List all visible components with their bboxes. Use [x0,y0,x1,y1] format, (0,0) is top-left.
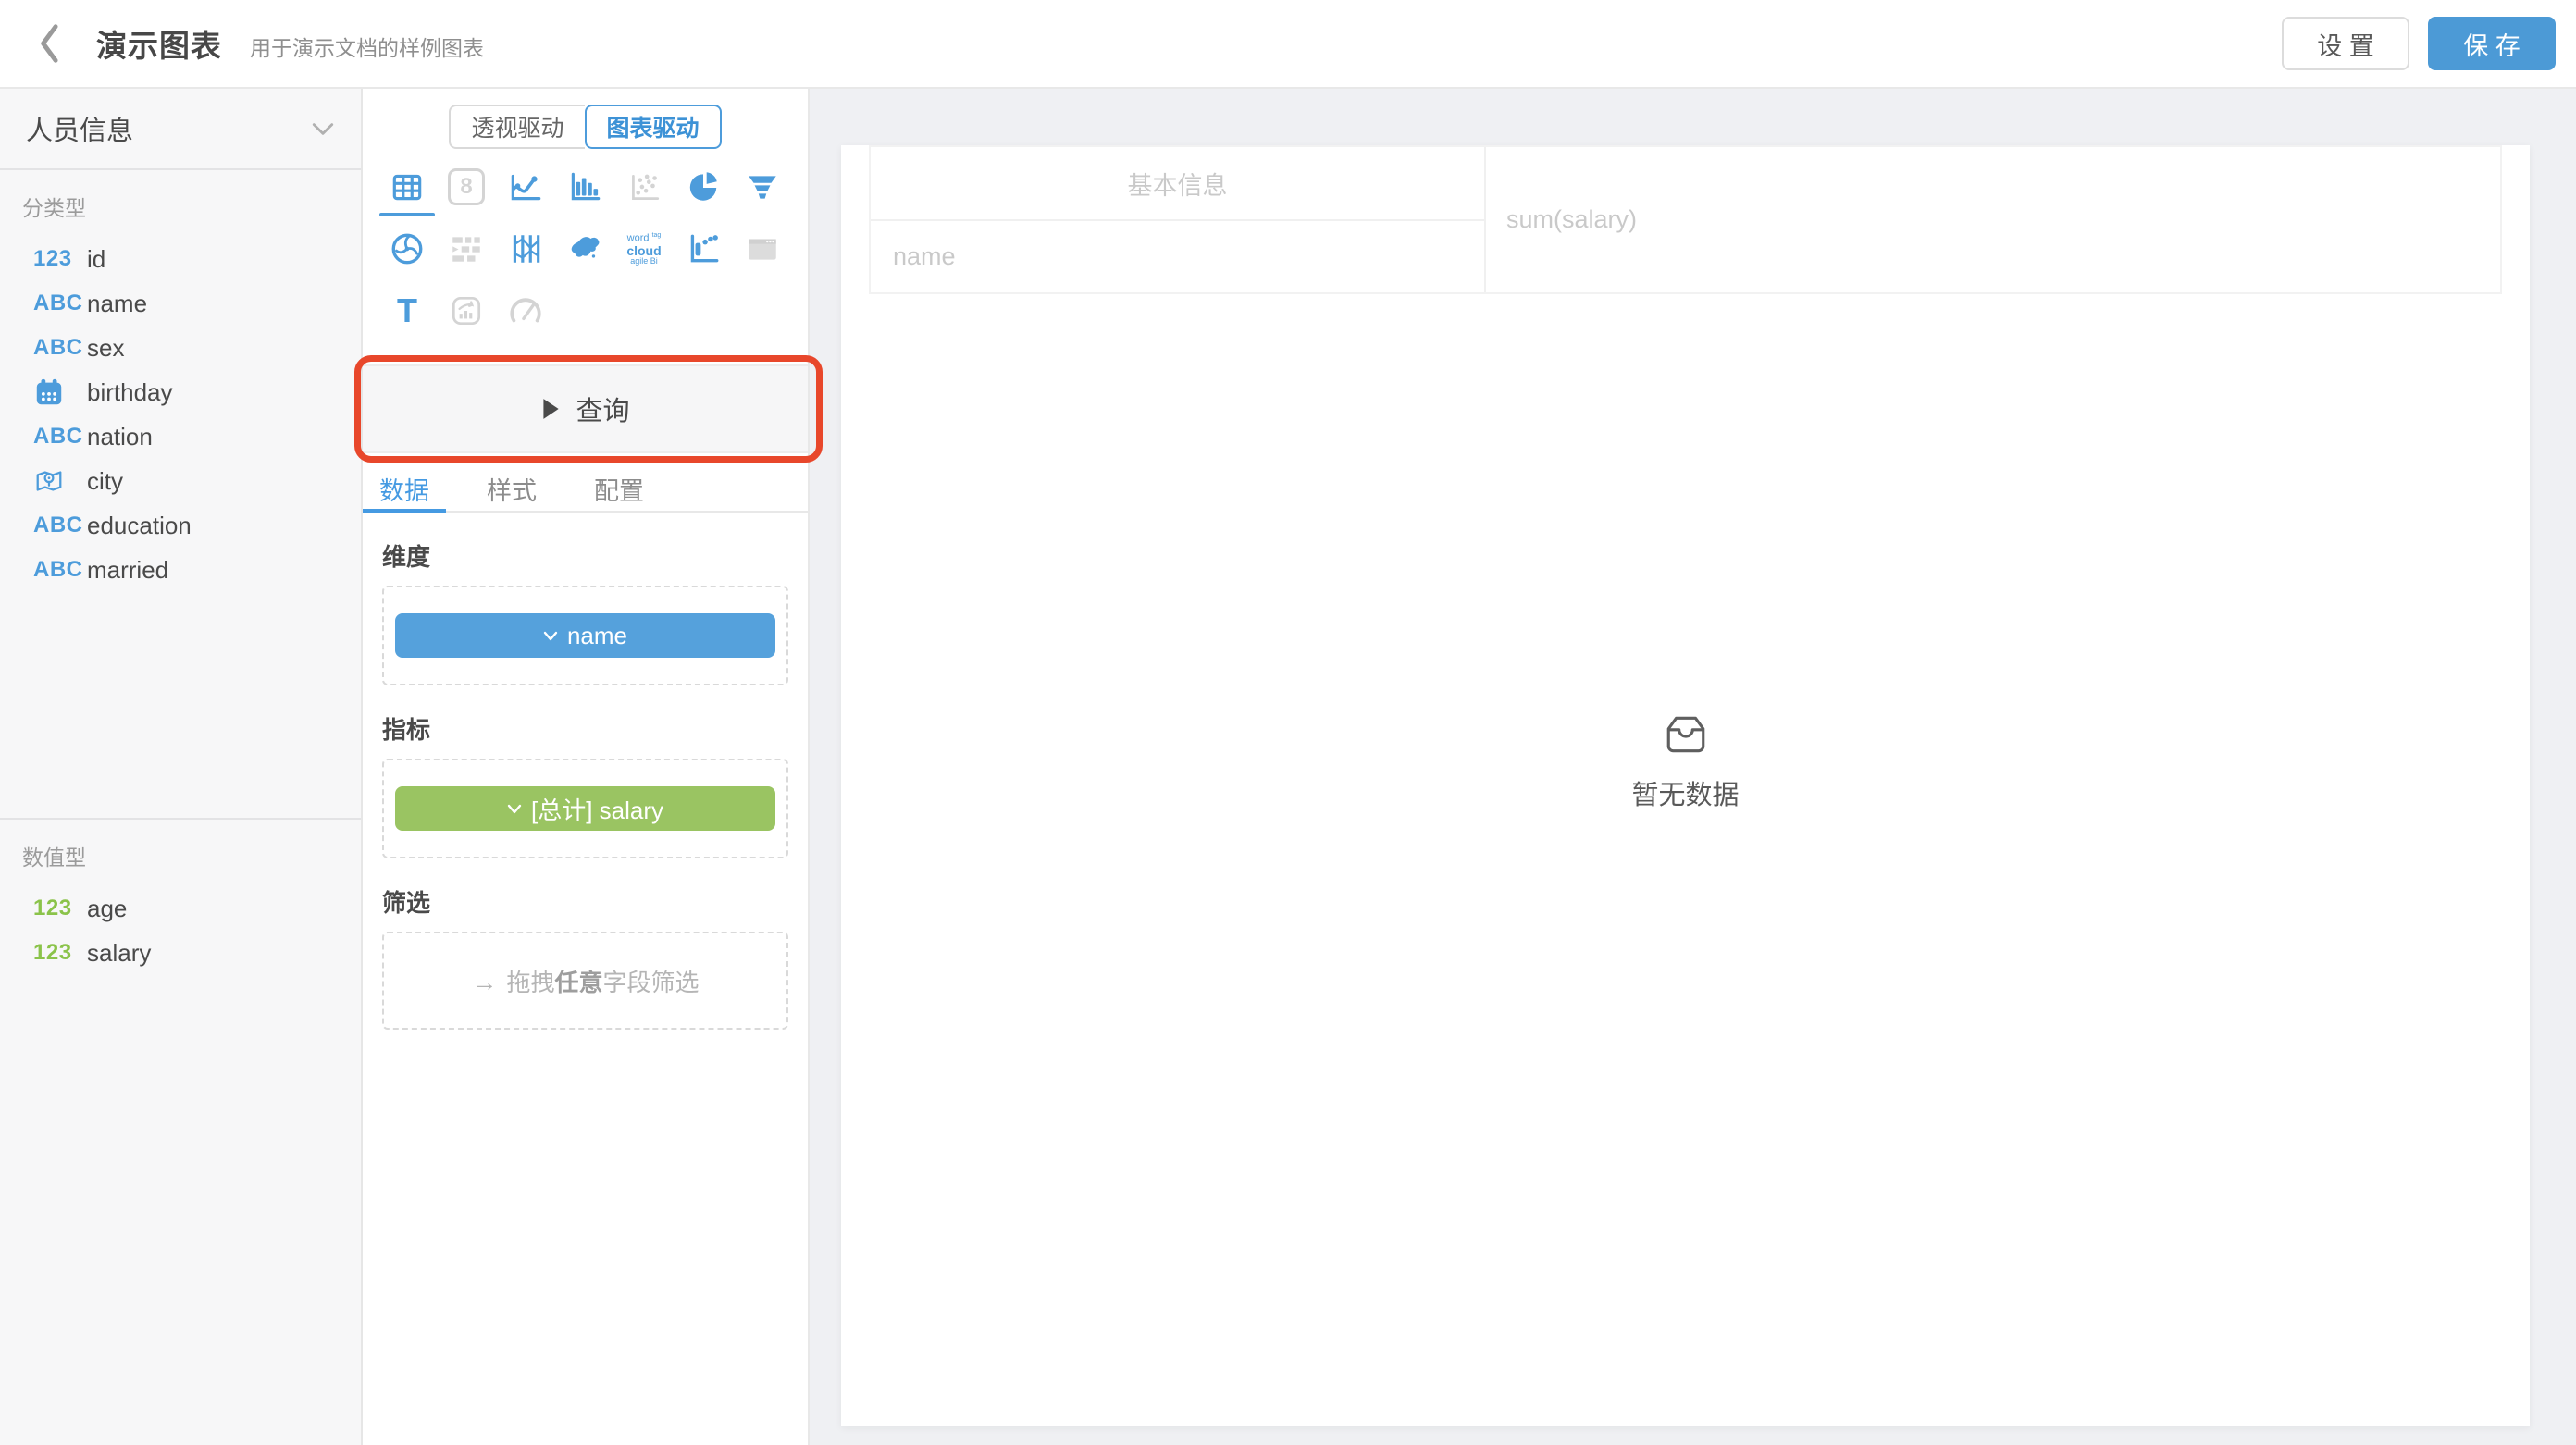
tab-data[interactable]: 数据 [363,466,446,511]
chart-builder-panel: 透视驱动 图表驱动 8 [363,89,810,1445]
page-subtitle: 用于演示文档的样例图表 [250,31,484,62]
iframe-icon[interactable] [733,226,792,272]
field-name[interactable]: ABC name [0,281,361,326]
table-dimension-cell: name [871,221,1486,292]
save-button[interactable]: 保 存 [2428,17,2556,70]
pie-chart-icon[interactable] [674,164,733,210]
dataset-name: 人员信息 [26,109,133,148]
progress-chart-icon[interactable] [674,226,733,272]
chart-type-grid: 8 [363,164,808,350]
field-sex[interactable]: ABC sex [0,326,361,370]
field-education[interactable]: ABC education [0,503,361,548]
text-icon: ABC [33,513,87,538]
china-map-icon[interactable] [555,226,614,272]
parallel-chart-icon[interactable] [496,226,555,272]
topbar: 演示图表 用于演示文档的样例图表 设 置 保 存 [0,0,2576,89]
dimension-pill[interactable]: name [395,613,775,658]
text-icon: ABC [33,424,87,450]
map-pin-icon [33,465,87,497]
chart-preview-card: 基本信息 sum(salary) name 暂无数据 [841,145,2530,1426]
table-chart-icon[interactable] [378,164,437,210]
tab-config[interactable]: 配置 [577,466,661,511]
settings-button[interactable]: 设 置 [2282,17,2409,70]
metric-label: 指标 [382,711,788,746]
metric-dropzone[interactable]: [总计] salary [382,759,788,858]
field-birthday[interactable]: birthday [0,370,361,414]
field-city[interactable]: city [0,459,361,503]
bar-chart-icon[interactable] [555,164,614,210]
query-button[interactable]: 查询 [363,364,808,453]
mode-pivot-driven[interactable]: 透视驱动 [449,105,584,149]
gantt-chart-icon[interactable] [437,226,496,272]
numeric-fields-section: 数值型 123 age 123 salary [0,818,361,975]
inbox-icon [1662,714,1708,755]
trend-card-icon[interactable] [437,288,496,334]
table-header-cell: 基本信息 [871,147,1486,221]
field-id[interactable]: 123 id [0,237,361,281]
chevron-down-icon [543,631,558,641]
numeric-icon: 123 [33,246,87,272]
preview-table: 基本信息 sum(salary) name [869,145,2502,294]
dataset-selector[interactable]: 人员信息 [0,89,361,170]
tab-style[interactable]: 样式 [470,466,553,511]
text-icon: ABC [33,290,87,316]
word-cloud-icon[interactable]: word tag cloud agile Bi [614,226,674,272]
text-chart-icon[interactable]: T [378,288,437,334]
arrow-right-icon: → [471,968,497,996]
chart-preview-area: 基本信息 sum(salary) name 暂无数据 [810,89,2576,1445]
back-button[interactable] [28,21,72,66]
mode-chart-driven[interactable]: 图表驱动 [585,105,722,149]
field-salary[interactable]: 123 salary [0,931,361,975]
number-card-icon[interactable]: 8 [437,164,496,210]
scatter-chart-icon[interactable] [614,164,674,210]
dimension-dropzone[interactable]: name [382,586,788,685]
text-icon: ABC [33,335,87,361]
field-age[interactable]: 123 age [0,886,361,931]
line-chart-icon[interactable] [496,164,555,210]
section-label: 分类型 [0,191,361,222]
radar-chart-icon[interactable] [378,226,437,272]
dataset-sidebar: 人员信息 分类型 123 id ABC name ABC sex [0,89,363,1445]
play-icon [540,397,561,421]
categorical-fields-section: 分类型 123 id ABC name ABC sex [0,170,361,818]
text-icon: ABC [33,557,87,583]
gauge-chart-icon[interactable] [496,288,555,334]
builder-tabs: 数据 样式 配置 [363,453,808,513]
filter-label: 筛选 [382,884,788,919]
numeric-icon: 123 [33,895,87,921]
field-nation[interactable]: ABC nation [0,414,361,459]
numeric-icon: 123 [33,940,87,966]
filter-hint: →拖拽任意字段筛选 [471,964,699,998]
filter-dropzone[interactable]: →拖拽任意字段筛选 [382,932,788,1030]
section-label: 数值型 [0,840,361,871]
funnel-chart-icon[interactable] [733,164,792,210]
empty-state-label: 暂无数据 [1631,773,1739,812]
table-metric-cell: sum(salary) [1486,147,2500,292]
metric-pill[interactable]: [总计] salary [395,786,775,831]
empty-state: 暂无数据 [1631,714,1739,812]
page-title: 演示图表 [96,21,222,66]
chevron-down-icon [507,804,522,814]
calendar-icon [33,377,87,408]
dimension-label: 维度 [382,538,788,573]
chevron-down-icon [311,120,335,137]
field-married[interactable]: ABC married [0,548,361,592]
chevron-left-icon [36,23,64,64]
